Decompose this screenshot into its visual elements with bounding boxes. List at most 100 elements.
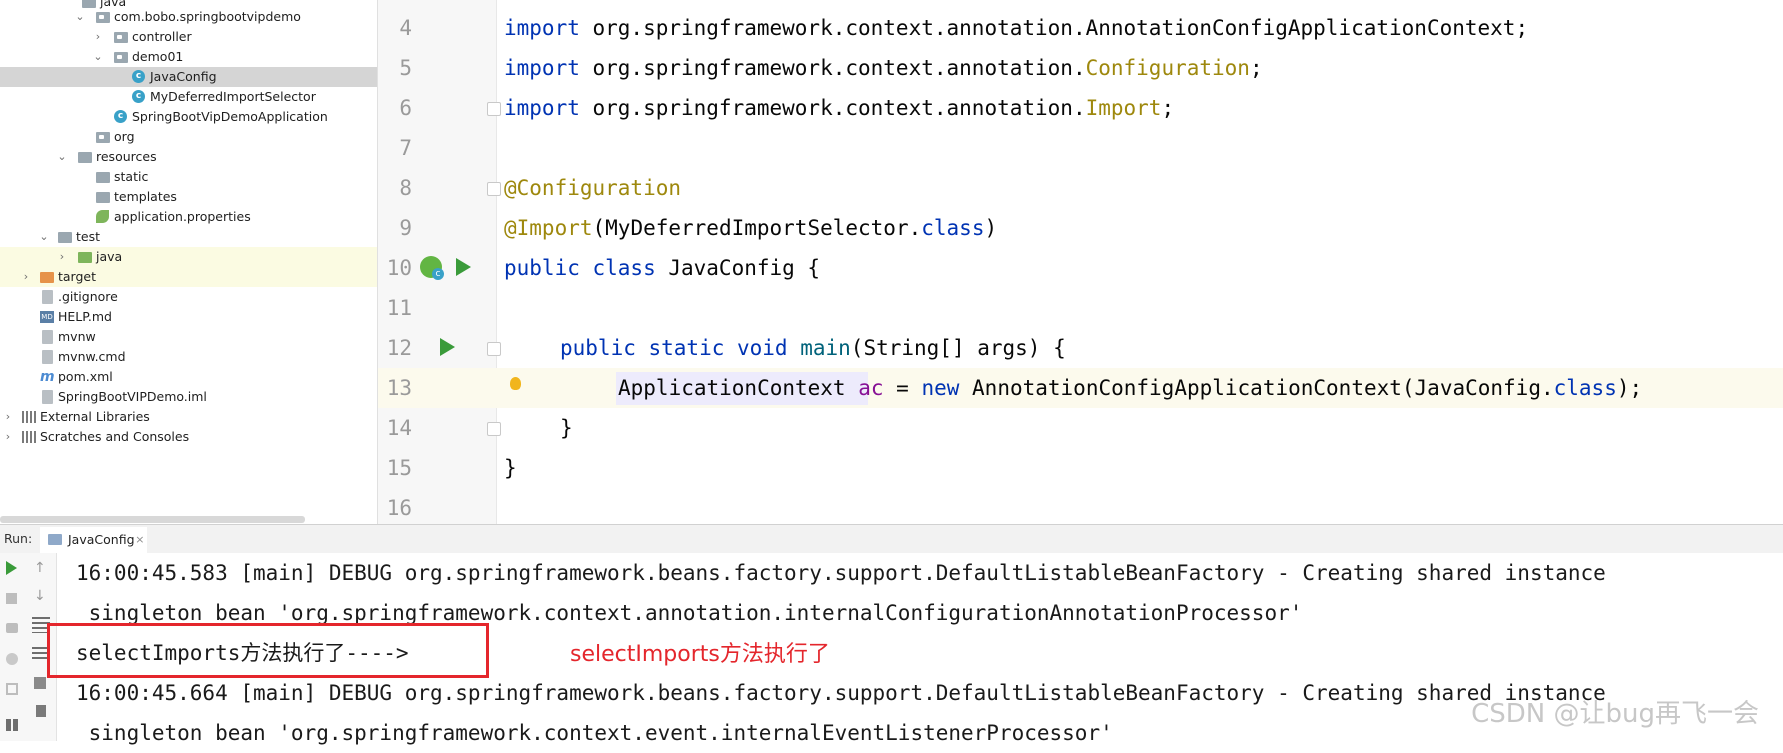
- run-class-icon[interactable]: [456, 258, 471, 276]
- chevron-right-icon[interactable]: ›: [20, 267, 32, 287]
- line-number: 10: [386, 256, 412, 280]
- tree-item-test-java[interactable]: › java: [0, 247, 377, 267]
- spring-boot-class-icon: c: [114, 110, 127, 123]
- scroll-to-end-icon[interactable]: [32, 647, 48, 661]
- tree-item-application-properties[interactable]: application.properties: [0, 207, 377, 227]
- run-main-icon[interactable]: [440, 338, 455, 356]
- tree-item-demo01[interactable]: ⌄ demo01: [0, 47, 377, 67]
- scroll-up-icon[interactable]: ↑: [34, 561, 48, 575]
- tree-item-test[interactable]: ⌄ test: [0, 227, 377, 247]
- fold-icon[interactable]: [487, 102, 501, 116]
- chevron-down-icon[interactable]: ⌄: [56, 147, 68, 167]
- folder-icon: [96, 172, 110, 183]
- code-line-12: public static void main(String[] args) {: [560, 336, 1066, 360]
- scroll-down-icon[interactable]: ↓: [34, 589, 48, 603]
- tree-item-static[interactable]: static: [0, 167, 377, 187]
- line-number: 14: [386, 416, 412, 440]
- package-icon: [96, 132, 110, 143]
- camera-icon[interactable]: [6, 623, 18, 633]
- code-line-10: public class JavaConfig {: [504, 256, 821, 280]
- fold-icon[interactable]: [487, 342, 501, 356]
- print-icon[interactable]: [34, 677, 46, 689]
- test-source-folder-icon: [78, 252, 92, 263]
- project-tree: java ⌄ com.bobo.springbootvipdemo › cont…: [0, 0, 378, 524]
- code-line-5: import org.springframework.context.annot…: [504, 56, 1263, 80]
- rerun-icon[interactable]: [6, 561, 17, 575]
- highlight-box: [47, 623, 489, 678]
- tree-item-mvnw[interactable]: mvnw: [0, 327, 377, 347]
- line-number: 15: [386, 456, 412, 480]
- excluded-folder-icon: [40, 272, 54, 283]
- intention-bulb-icon[interactable]: [510, 377, 521, 390]
- tree-item-mydeferredimportselector[interactable]: c MyDeferredImportSelector: [0, 87, 377, 107]
- resources-folder-icon: [78, 152, 92, 163]
- file-icon: [42, 350, 53, 364]
- chevron-right-icon[interactable]: ›: [2, 407, 14, 427]
- chevron-right-icon[interactable]: ›: [2, 427, 14, 447]
- tree-item-javaconfig[interactable]: c JavaConfig: [0, 67, 377, 87]
- tree-item-resources[interactable]: ⌄ resources: [0, 147, 377, 167]
- class-icon: c: [132, 70, 145, 83]
- module-file-icon: [42, 390, 53, 404]
- run-config-icon: [48, 534, 62, 545]
- line-number: 5: [399, 56, 412, 80]
- tree-item-springbootvipdemoapplication[interactable]: c SpringBootVipDemoApplication: [0, 107, 377, 127]
- package-icon: [114, 52, 128, 63]
- line-number: 12: [386, 336, 412, 360]
- scratches-icon: [22, 431, 36, 443]
- tree-item-help-md[interactable]: MD HELP.md: [0, 307, 377, 327]
- layout-icon[interactable]: [6, 719, 18, 731]
- line-number: 8: [399, 176, 412, 200]
- tree-item-scratches[interactable]: › Scratches and Consoles: [0, 427, 377, 447]
- file-icon: [42, 290, 53, 304]
- settings-icon[interactable]: [6, 653, 18, 665]
- run-panel-header: Run: JavaConfig ×: [0, 524, 1783, 556]
- chevron-down-icon[interactable]: ⌄: [74, 7, 86, 27]
- run-label: Run:: [4, 531, 33, 546]
- run-tab-javaconfig[interactable]: JavaConfig ×: [40, 527, 147, 556]
- tree-item-pom-xml[interactable]: m pom.xml: [0, 367, 377, 387]
- trash-icon[interactable]: [36, 705, 46, 717]
- chevron-right-icon[interactable]: ›: [56, 247, 68, 267]
- chevron-down-icon[interactable]: ⌄: [38, 227, 50, 247]
- chevron-down-icon[interactable]: ⌄: [92, 47, 104, 67]
- spring-leaf-icon: [96, 210, 109, 223]
- maven-icon: m: [40, 369, 55, 385]
- run-tab-label: JavaConfig: [68, 532, 135, 547]
- stop-icon[interactable]: [6, 593, 17, 604]
- close-icon[interactable]: ×: [135, 527, 144, 553]
- console-line: singleton bean 'org.springframework.cont…: [76, 721, 1113, 745]
- package-icon: [96, 12, 110, 23]
- tree-item-iml[interactable]: SpringBootVIPDemo.iml: [0, 387, 377, 407]
- line-number: 9: [399, 216, 412, 240]
- tree-item-external-libraries[interactable]: › External Libraries: [0, 407, 377, 427]
- fold-icon[interactable]: [487, 422, 501, 436]
- code-line-15: }: [504, 456, 517, 480]
- folder-icon: [58, 232, 72, 243]
- spring-bean-gutter-icon[interactable]: [420, 256, 444, 280]
- tree-item-gitignore[interactable]: .gitignore: [0, 287, 377, 307]
- line-number: 7: [399, 136, 412, 160]
- chevron-right-icon[interactable]: ›: [92, 27, 104, 47]
- exit-icon[interactable]: [6, 683, 18, 695]
- console-line: 16:00:45.664 [main] DEBUG org.springfram…: [76, 681, 1606, 705]
- line-number: 4: [399, 16, 412, 40]
- line-number: 13: [386, 376, 412, 400]
- tree-item-controller[interactable]: › controller: [0, 27, 377, 47]
- tree-horizontal-scrollbar[interactable]: [0, 516, 305, 523]
- code-line-14: }: [560, 416, 573, 440]
- line-number: 16: [386, 496, 412, 520]
- folder-icon: [96, 192, 110, 203]
- watermark: CSDN @让bug再飞一会: [1471, 699, 1759, 729]
- library-icon: [22, 411, 36, 423]
- markdown-icon: MD: [40, 311, 54, 323]
- code-line-9: @Import(MyDeferredImportSelector.class): [504, 216, 998, 240]
- tree-item-mvnw-cmd[interactable]: mvnw.cmd: [0, 347, 377, 367]
- console-line: 16:00:45.583 [main] DEBUG org.springfram…: [76, 561, 1606, 585]
- fold-icon[interactable]: [487, 182, 501, 196]
- tree-item-templates[interactable]: templates: [0, 187, 377, 207]
- tree-item-package[interactable]: ⌄ com.bobo.springbootvipdemo: [0, 7, 377, 27]
- code-line-13: ApplicationContext ac = new AnnotationCo…: [618, 376, 1643, 400]
- tree-item-org[interactable]: org: [0, 127, 377, 147]
- tree-item-target[interactable]: › target: [0, 267, 377, 287]
